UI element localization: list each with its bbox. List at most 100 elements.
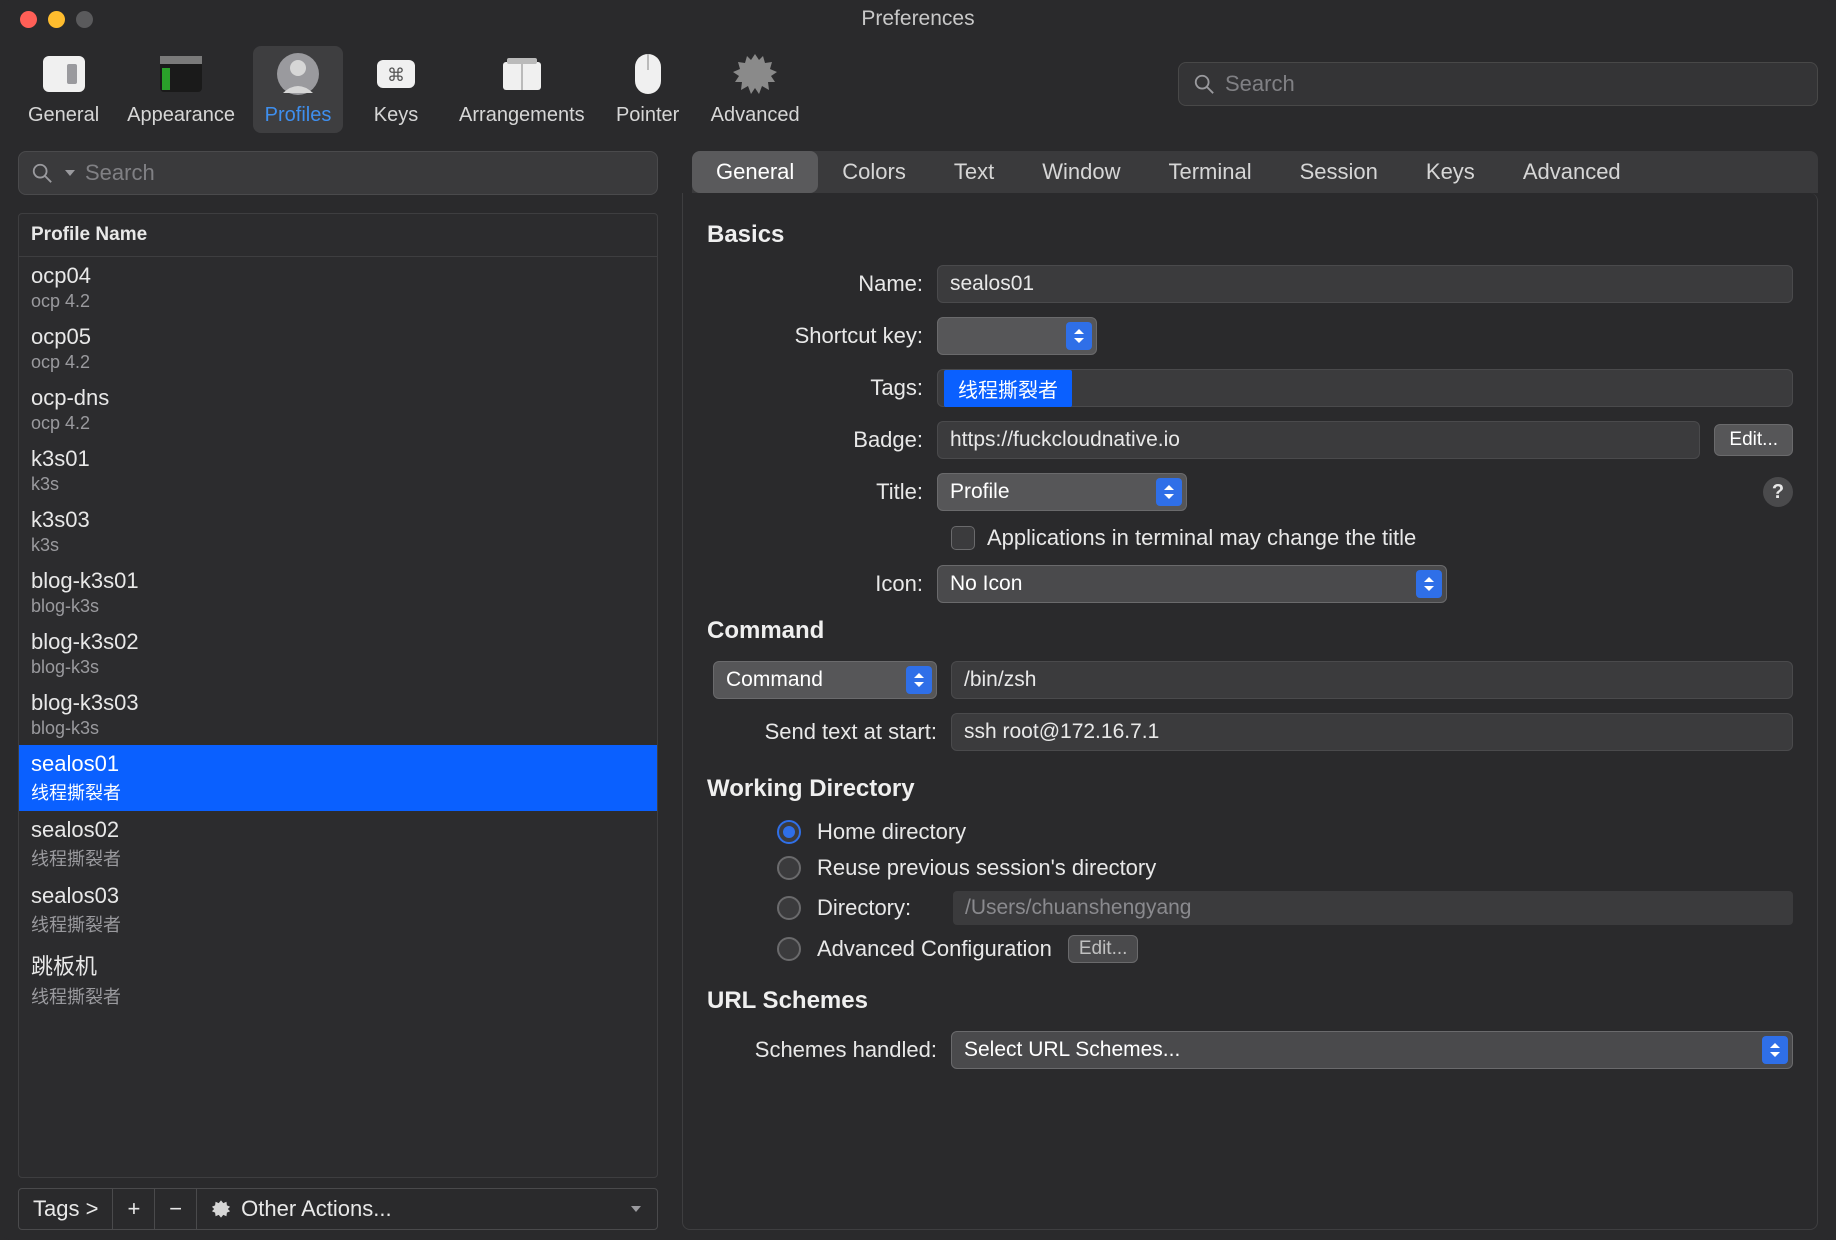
other-actions-menu[interactable]: Other Actions... (197, 1189, 657, 1229)
updown-arrows-icon (1066, 322, 1092, 350)
appearance-icon (154, 50, 208, 98)
icon-label: Icon: (707, 571, 937, 597)
name-label: Name: (707, 271, 937, 297)
profile-item[interactable]: ocp-dnsocp 4.2 (19, 379, 657, 440)
profile-detail: GeneralColorsTextWindowTerminalSessionKe… (682, 151, 1818, 1230)
minimize-window-button[interactable] (48, 11, 65, 28)
titlebar: Preferences (0, 0, 1836, 38)
shortcut-select[interactable] (937, 317, 1097, 355)
pointer-icon (621, 50, 675, 98)
close-window-button[interactable] (20, 11, 37, 28)
tags-label: Tags: (707, 375, 937, 401)
section-workdir: Working Directory (707, 775, 1793, 803)
tab-general[interactable]: General (692, 151, 818, 193)
tags-input[interactable]: 线程撕裂者 (937, 369, 1793, 407)
toolbar-pointer[interactable]: Pointer (603, 46, 693, 133)
profile-item[interactable]: blog-k3s03blog-k3s (19, 684, 657, 745)
apps-change-title-checkbox[interactable] (951, 526, 975, 550)
profile-sidebar: Profile Name ocp04ocp 4.2ocp05ocp 4.2ocp… (18, 151, 658, 1230)
command-input[interactable] (951, 661, 1793, 699)
send-text-input[interactable] (951, 713, 1793, 751)
profiles-icon (271, 50, 325, 98)
tab-terminal[interactable]: Terminal (1144, 151, 1275, 193)
gear-icon (211, 1199, 231, 1219)
tag-chip[interactable]: 线程撕裂者 (944, 370, 1072, 407)
profile-item-sub: blog-k3s (31, 718, 645, 739)
search-icon (31, 162, 53, 184)
workdir-directory-radio[interactable] (777, 896, 801, 920)
toolbar-search[interactable] (1178, 62, 1818, 106)
tab-text[interactable]: Text (930, 151, 1018, 193)
profile-item[interactable]: k3s01k3s (19, 440, 657, 501)
tab-keys[interactable]: Keys (1402, 151, 1499, 193)
window-title: Preferences (0, 7, 1836, 31)
profile-item-sub: blog-k3s (31, 657, 645, 678)
icon-select[interactable]: No Icon (937, 565, 1447, 603)
schemes-select[interactable]: Select URL Schemes... (951, 1031, 1793, 1069)
toolbar-appearance[interactable]: Appearance (117, 46, 245, 133)
profile-item[interactable]: sealos02线程撕裂者 (19, 811, 657, 877)
badge-edit-button[interactable]: Edit... (1714, 424, 1793, 456)
chevron-down-icon (629, 1202, 643, 1216)
arrangements-icon (495, 50, 549, 98)
profile-item[interactable]: 跳板机线程撕裂者 (19, 943, 657, 1015)
profile-item[interactable]: ocp05ocp 4.2 (19, 318, 657, 379)
toolbar-general[interactable]: General (18, 46, 109, 133)
updown-arrows-icon (906, 666, 932, 694)
profile-item[interactable]: sealos03线程撕裂者 (19, 877, 657, 943)
section-basics: Basics (707, 221, 1793, 249)
help-button[interactable]: ? (1763, 477, 1793, 507)
toolbar-advanced[interactable]: Advanced (701, 46, 810, 133)
profile-item-name: blog-k3s01 (31, 568, 645, 594)
apps-change-title-label: Applications in terminal may change the … (987, 525, 1416, 551)
profile-item-name: k3s01 (31, 446, 645, 472)
toolbar-search-input[interactable] (1225, 71, 1803, 97)
remove-profile-button[interactable]: − (155, 1189, 197, 1229)
profile-item-name: k3s03 (31, 507, 645, 533)
zoom-window-button[interactable] (76, 11, 93, 28)
profile-item-sub: 线程撕裂者 (31, 845, 645, 871)
tab-advanced[interactable]: Advanced (1499, 151, 1645, 193)
section-command: Command (707, 617, 1793, 645)
schemes-label: Schemes handled: (707, 1037, 951, 1063)
profile-item[interactable]: blog-k3s01blog-k3s (19, 562, 657, 623)
profile-item-name: ocp04 (31, 263, 645, 289)
tab-colors[interactable]: Colors (818, 151, 930, 193)
add-profile-button[interactable]: + (113, 1189, 155, 1229)
badge-label: Badge: (707, 427, 937, 453)
workdir-reuse-radio[interactable] (777, 856, 801, 880)
title-select[interactable]: Profile (937, 473, 1187, 511)
general-panel: Basics Name: Shortcut key: Tags: 线程撕裂者 (682, 193, 1818, 1230)
profile-item[interactable]: ocp04ocp 4.2 (19, 257, 657, 318)
profile-search[interactable] (18, 151, 658, 195)
workdir-home-radio[interactable] (777, 820, 801, 844)
tab-window[interactable]: Window (1018, 151, 1144, 193)
command-type-select[interactable]: Command (713, 661, 937, 699)
workdir-advanced-edit-button[interactable]: Edit... (1068, 935, 1139, 963)
profile-bottom-bar: Tags > + − Other Actions... (18, 1188, 658, 1230)
name-input[interactable] (937, 265, 1793, 303)
profile-item-name: sealos02 (31, 817, 645, 843)
updown-arrows-icon (1416, 570, 1442, 598)
profile-item-sub: 线程撕裂者 (31, 779, 645, 805)
toolbar-profiles[interactable]: Profiles (253, 46, 343, 133)
shortcut-label: Shortcut key: (707, 323, 937, 349)
profile-item[interactable]: sealos01线程撕裂者 (19, 745, 657, 811)
tags-filter[interactable]: Tags > (19, 1189, 113, 1229)
profile-item[interactable]: k3s03k3s (19, 501, 657, 562)
profile-item-name: 跳板机 (31, 949, 645, 981)
workdir-directory-input[interactable] (953, 891, 1793, 925)
section-url-schemes: URL Schemes (707, 987, 1793, 1015)
profile-search-input[interactable] (85, 160, 645, 186)
send-text-label: Send text at start: (707, 719, 951, 745)
profile-item-name: blog-k3s03 (31, 690, 645, 716)
workdir-advanced-radio[interactable] (777, 937, 801, 961)
badge-input[interactable] (937, 421, 1700, 459)
profile-item[interactable]: blog-k3s02blog-k3s (19, 623, 657, 684)
toolbar-keys[interactable]: ⌘ Keys (351, 46, 441, 133)
tab-session[interactable]: Session (1276, 151, 1402, 193)
profile-item-name: sealos03 (31, 883, 645, 909)
toolbar-arrangements[interactable]: Arrangements (449, 46, 595, 133)
profile-item-sub: 线程撕裂者 (31, 911, 645, 937)
profile-item-sub: ocp 4.2 (31, 352, 645, 373)
